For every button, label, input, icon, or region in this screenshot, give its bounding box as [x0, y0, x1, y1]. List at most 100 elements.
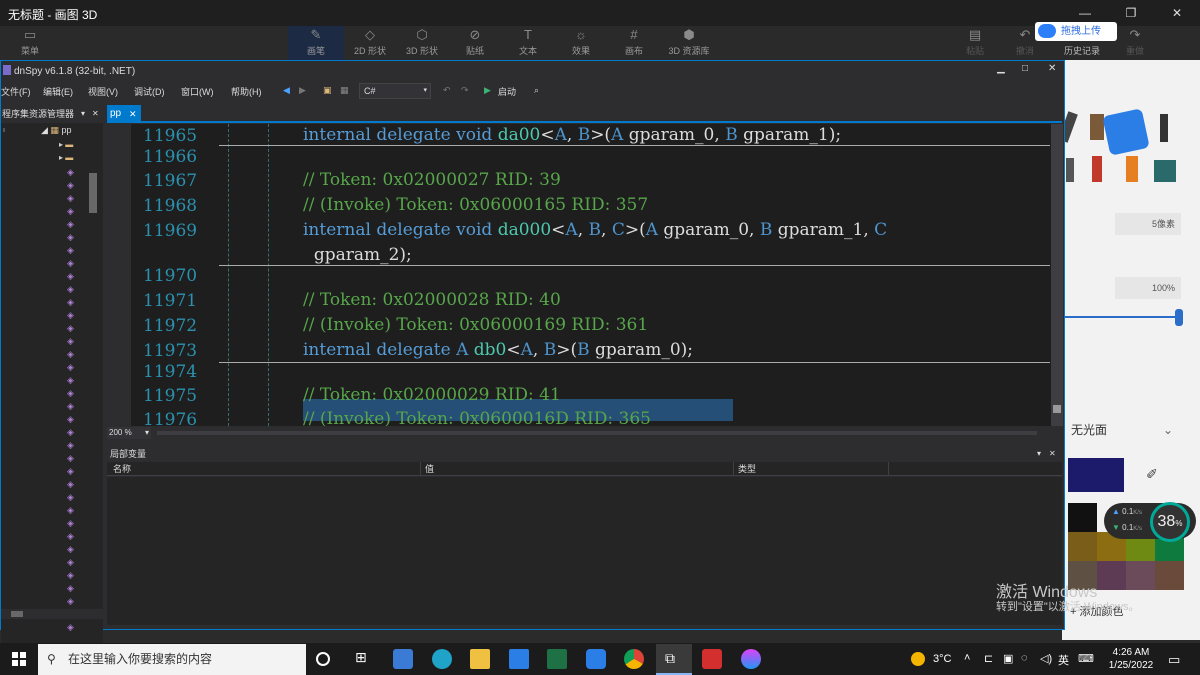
- tool-3d-library[interactable]: ⬢ 3D 资源库: [657, 26, 721, 60]
- menu-window[interactable]: 窗口(W): [181, 85, 214, 98]
- column-type[interactable]: 类型: [738, 462, 756, 476]
- chevron-up-icon[interactable]: ˄: [964, 652, 970, 664]
- code-line-11969[interactable]: internal delegate void da000<A, B, C>(A …: [303, 220, 887, 240]
- start-label[interactable]: 启动: [498, 85, 516, 98]
- maximize-icon[interactable]: □: [1022, 63, 1028, 74]
- notification-icon[interactable]: ▭: [1168, 652, 1180, 668]
- tree-class-node-icon[interactable]: ◈: [67, 271, 83, 284]
- code-line-11971[interactable]: // Token: 0x02000028 RID: 40: [303, 290, 561, 310]
- weather-icon[interactable]: [911, 652, 925, 666]
- search-icon[interactable]: ⌕: [534, 85, 539, 96]
- paint3d-icon[interactable]: [741, 649, 761, 669]
- close-icon[interactable]: ✕: [129, 105, 137, 123]
- taskbar-clock[interactable]: 4:26 AM 1/25/2022: [1104, 646, 1158, 672]
- tree-class-node-icon[interactable]: ◈: [67, 518, 83, 531]
- explorer-horizontal-scrollbar[interactable]: [1, 609, 103, 619]
- undo-icon[interactable]: ↶: [443, 85, 451, 96]
- tool-2d-shapes[interactable]: ◇ 2D 形状: [340, 26, 400, 60]
- taskbar-dnspy-active[interactable]: ⧉: [656, 644, 692, 675]
- eyedropper-icon[interactable]: ✐: [1146, 466, 1158, 483]
- tree-class-node-icon[interactable]: ◈: [67, 557, 83, 570]
- tree-class-node-icon[interactable]: ◈: [67, 440, 83, 453]
- volume-icon[interactable]: ◁): [1040, 652, 1052, 665]
- excel-icon[interactable]: [547, 649, 567, 669]
- editor-horizontal-scrollbar[interactable]: [107, 426, 1062, 440]
- redo-button[interactable]: ↷ 重做: [1110, 26, 1160, 60]
- tree-class-node-icon[interactable]: ◈: [67, 167, 83, 180]
- dropdown-icon[interactable]: ▾: [81, 105, 85, 123]
- thickness-field[interactable]: 5像素: [1115, 213, 1181, 235]
- file-explorer-icon[interactable]: [470, 649, 490, 669]
- tree-class-node-icon[interactable]: ◈: [67, 596, 83, 609]
- paste-button[interactable]: ▤ 粘贴: [945, 26, 1005, 60]
- color-swatch[interactable]: [1097, 561, 1126, 590]
- tray-icon[interactable]: ⊏: [984, 652, 993, 665]
- tree-class-node-icon[interactable]: ◈: [67, 453, 83, 466]
- code-line-11965[interactable]: internal delegate void da00<A, B>(A gpar…: [303, 125, 841, 145]
- dropdown-icon[interactable]: ▾: [1037, 447, 1041, 461]
- cortana-icon[interactable]: [316, 652, 330, 666]
- edge-icon[interactable]: [432, 649, 452, 669]
- code-line-11968[interactable]: // (Invoke) Token: 0x06000165 RID: 357: [303, 195, 648, 215]
- start-icon[interactable]: ▶: [484, 85, 491, 96]
- tree-class-node-icon[interactable]: ◈: [67, 310, 83, 323]
- chrome-icon[interactable]: [624, 649, 644, 669]
- open-icon[interactable]: ▣: [323, 85, 332, 96]
- tree-class-node-icon[interactable]: ◈: [67, 583, 83, 596]
- tree-class-node-icon[interactable]: ◈: [67, 180, 83, 193]
- close-icon[interactable]: ✕: [1154, 0, 1200, 26]
- ime-label[interactable]: 英: [1058, 652, 1069, 668]
- tool-canvas[interactable]: # 画布: [604, 26, 664, 60]
- close-icon[interactable]: ✕: [1048, 63, 1056, 74]
- tool-pen-icon[interactable]: [1066, 158, 1074, 182]
- pdf-icon[interactable]: [702, 649, 722, 669]
- tree-class-node-icon[interactable]: ◈: [67, 544, 83, 557]
- code-line-11973[interactable]: internal delegate A db0<A, B>(B gparam_0…: [303, 340, 693, 360]
- memory-percent-badge[interactable]: 38%: [1150, 502, 1190, 542]
- menu-file[interactable]: 文件(F): [1, 85, 31, 98]
- column-name[interactable]: 名称: [113, 462, 131, 476]
- tree-class-node-icon[interactable]: ◈: [67, 414, 83, 427]
- tree-class-node-icon[interactable]: ◈: [67, 492, 83, 505]
- feishu-icon[interactable]: [586, 649, 606, 669]
- fill-bucket-icon[interactable]: [1154, 160, 1176, 182]
- locals-list[interactable]: [107, 477, 1062, 625]
- tree-class-node-icon[interactable]: ◈: [67, 232, 83, 245]
- tree-class-node-icon[interactable]: ◈: [67, 219, 83, 232]
- finish-dropdown[interactable]: 无光面 ⌄: [1065, 420, 1183, 440]
- mail-icon[interactable]: [509, 649, 529, 669]
- zoom-select[interactable]: 200 % ▾: [107, 427, 151, 439]
- opacity-slider-thumb[interactable]: [1175, 309, 1183, 326]
- tool-effects[interactable]: ☼ 效果: [551, 26, 611, 60]
- tree-class-node-icon[interactable]: ◈: [67, 427, 83, 440]
- scrollbar-thumb[interactable]: [1053, 405, 1061, 413]
- color-swatch[interactable]: [1155, 561, 1184, 590]
- code-editor[interactable]: [107, 124, 1051, 426]
- tree-class-node-icon[interactable]: ◈: [67, 284, 83, 297]
- tree-class-node-icon[interactable]: ◈: [67, 505, 83, 518]
- tree-class-node-icon[interactable]: ◈: [67, 388, 83, 401]
- tree-class-node-icon[interactable]: ◈: [67, 206, 83, 219]
- menu-edit[interactable]: 编辑(E): [43, 85, 73, 98]
- minimize-icon[interactable]: ▁: [997, 63, 1005, 74]
- menu-view[interactable]: 视图(V): [88, 85, 118, 98]
- tree-class-node-icon[interactable]: ◈: [67, 193, 83, 206]
- tree-class-node-icon[interactable]: ◈: [67, 245, 83, 258]
- color-swatch[interactable]: [1068, 532, 1097, 561]
- tree-class-node-icon[interactable]: ◈: [67, 323, 83, 336]
- tree-class-node-icon[interactable]: ◈: [67, 258, 83, 271]
- menu-help[interactable]: 帮助(H): [231, 85, 262, 98]
- language-select[interactable]: C# ▾: [359, 83, 431, 99]
- color-swatch[interactable]: [1068, 503, 1097, 532]
- tree-folder[interactable]: ▸ ▬: [59, 153, 73, 162]
- tool-brushes[interactable]: ✎ 画笔: [288, 26, 344, 60]
- spray-icon[interactable]: [1126, 156, 1138, 182]
- tab-pp[interactable]: pp ✕: [107, 105, 141, 123]
- tool-stickers[interactable]: ⊘ 贴纸: [445, 26, 505, 60]
- taskbar-search-box[interactable]: ⚲ 在这里输入你要搜索的内容: [38, 644, 306, 675]
- keyboard-icon[interactable]: ⌨: [1078, 652, 1094, 665]
- tool-text[interactable]: T 文本: [498, 26, 558, 60]
- tree-class-node-icon[interactable]: ◈: [67, 349, 83, 362]
- wifi-icon[interactable]: ◌: [1021, 652, 1028, 664]
- code-line-11969-wrap[interactable]: gparam_2);: [303, 245, 412, 265]
